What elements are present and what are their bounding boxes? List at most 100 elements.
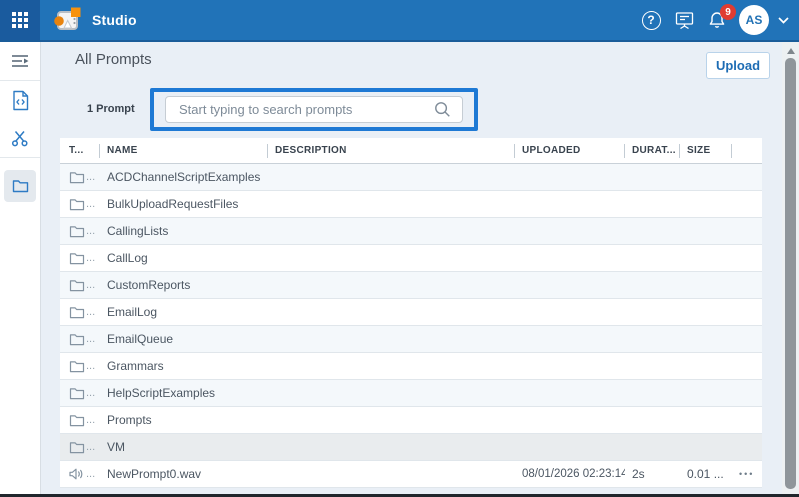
notifications-button[interactable]: 9 — [706, 9, 728, 31]
user-avatar[interactable]: AS — [739, 5, 769, 35]
table-row[interactable]: ... CustomReports — [60, 272, 762, 299]
row-name: HelpScriptExamples — [100, 380, 268, 406]
table-row[interactable]: ... Grammars — [60, 353, 762, 380]
row-menu-icon[interactable] — [732, 434, 762, 460]
notification-badge: 9 — [720, 4, 736, 20]
sidebar-item-script-templates[interactable] — [0, 81, 40, 119]
row-type-cell: ... — [60, 164, 100, 190]
column-header-duration[interactable]: DURAT... — [625, 138, 680, 163]
scrollbar-thumb[interactable] — [785, 58, 796, 489]
app-title: Studio — [92, 12, 137, 28]
row-name: BulkUploadRequestFiles — [100, 191, 268, 217]
row-duration — [625, 299, 680, 325]
row-menu-icon[interactable] — [732, 164, 762, 190]
row-duration — [625, 434, 680, 460]
folder-icon — [69, 198, 85, 211]
row-description — [268, 461, 515, 487]
row-uploaded — [515, 326, 625, 352]
type-truncation-ellipsis: ... — [86, 198, 95, 210]
vertical-scrollbar[interactable] — [782, 42, 799, 494]
table-row[interactable]: ... EmailLog — [60, 299, 762, 326]
row-name: CustomReports — [100, 272, 268, 298]
table-row[interactable]: ... CallLog — [60, 245, 762, 272]
row-size — [680, 245, 732, 271]
main-content: All Prompts Upload 1 Prompt T... NAME DE… — [41, 42, 799, 494]
sidebar — [0, 42, 41, 494]
search-icon[interactable] — [434, 101, 451, 123]
row-uploaded — [515, 218, 625, 244]
search-input[interactable] — [165, 96, 463, 123]
column-header-description[interactable]: DESCRIPTION — [268, 138, 515, 163]
row-menu-icon[interactable] — [732, 380, 762, 406]
row-type-cell: ... — [60, 245, 100, 271]
studio-app-window: Studio ? 9 AS — [0, 0, 799, 497]
row-menu-icon[interactable] — [732, 272, 762, 298]
column-header-name[interactable]: NAME — [100, 138, 268, 163]
column-header-size[interactable]: SIZE — [680, 138, 732, 163]
studio-logo-icon — [54, 6, 82, 34]
row-menu-icon[interactable] — [732, 326, 762, 352]
search-container — [154, 92, 474, 127]
chevron-down-icon[interactable] — [778, 17, 789, 24]
type-truncation-ellipsis: ... — [86, 225, 95, 237]
type-truncation-ellipsis: ... — [86, 171, 95, 183]
row-menu-icon[interactable] — [732, 191, 762, 217]
folder-icon — [69, 171, 85, 184]
row-description — [268, 326, 515, 352]
table-row[interactable]: ... BulkUploadRequestFiles — [60, 191, 762, 218]
sidebar-item-files[interactable] — [0, 158, 40, 202]
row-size — [680, 434, 732, 460]
folder-icon — [12, 179, 29, 193]
scroll-up-icon[interactable] — [787, 48, 795, 54]
row-duration — [625, 407, 680, 433]
row-menu-icon[interactable]: ••• — [732, 461, 762, 487]
table-row[interactable]: ... ACDChannelScriptExamples — [60, 164, 762, 191]
table-row[interactable]: ... EmailQueue — [60, 326, 762, 353]
row-size — [680, 191, 732, 217]
app-launcher-button[interactable] — [0, 0, 40, 40]
table-row[interactable]: ... CallingLists — [60, 218, 762, 245]
row-description — [268, 353, 515, 379]
table-row[interactable]: ... HelpScriptExamples — [60, 380, 762, 407]
row-name: ACDChannelScriptExamples — [100, 164, 268, 190]
type-truncation-ellipsis: ... — [86, 414, 95, 426]
column-header-actions — [732, 138, 762, 163]
app-header: Studio ? 9 AS — [0, 0, 799, 42]
row-name: Prompts — [100, 407, 268, 433]
folder-icon — [69, 225, 85, 238]
screen-share-button[interactable] — [673, 9, 695, 31]
row-menu-icon[interactable] — [732, 245, 762, 271]
row-uploaded — [515, 299, 625, 325]
table-row[interactable]: ... Prompts — [60, 407, 762, 434]
row-name: Grammars — [100, 353, 268, 379]
grid-icon — [12, 12, 28, 28]
sidebar-item-scripts[interactable] — [0, 42, 40, 80]
row-size — [680, 299, 732, 325]
column-header-type[interactable]: T... — [60, 138, 100, 163]
row-description — [268, 380, 515, 406]
row-uploaded — [515, 164, 625, 190]
sidebar-item-snippets[interactable] — [0, 119, 40, 157]
row-type-cell: ... — [60, 407, 100, 433]
type-truncation-ellipsis: ... — [86, 252, 95, 264]
help-button[interactable]: ? — [640, 9, 662, 31]
row-menu-icon[interactable] — [732, 407, 762, 433]
column-header-uploaded[interactable]: UPLOADED — [515, 138, 625, 163]
type-truncation-ellipsis: ... — [86, 306, 95, 318]
row-description — [268, 164, 515, 190]
row-duration — [625, 380, 680, 406]
row-size — [680, 164, 732, 190]
row-duration — [625, 326, 680, 352]
row-type-cell: ... — [60, 461, 100, 487]
row-menu-icon[interactable] — [732, 299, 762, 325]
table-row[interactable]: ... NewPrompt0.wav 08/01/2026 02:23:14 2… — [60, 461, 762, 488]
table-row[interactable]: ... VM — [60, 434, 762, 461]
page-title: All Prompts — [75, 51, 152, 68]
row-duration: 2s — [625, 461, 680, 487]
table-body: ... ACDChannelScriptExamples ... BulkUpl… — [60, 164, 762, 488]
upload-button[interactable]: Upload — [706, 52, 770, 79]
row-menu-icon[interactable] — [732, 353, 762, 379]
row-type-cell: ... — [60, 272, 100, 298]
row-menu-icon[interactable] — [732, 218, 762, 244]
row-type-cell: ... — [60, 191, 100, 217]
